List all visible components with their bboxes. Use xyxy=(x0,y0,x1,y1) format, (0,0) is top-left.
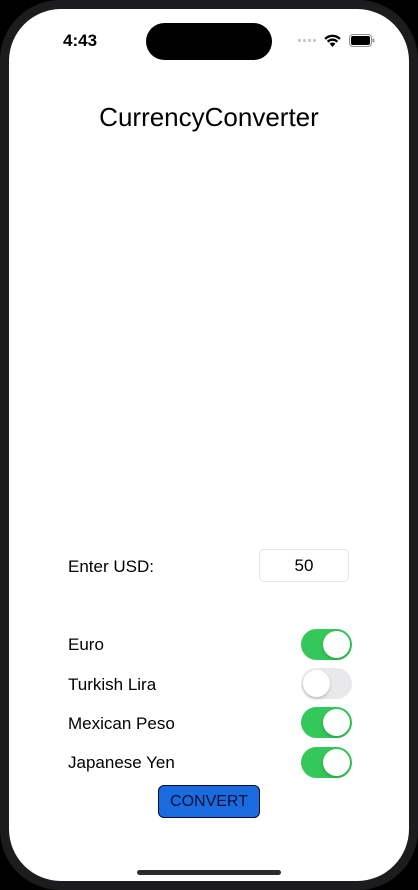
battery-icon xyxy=(349,34,375,47)
convert-button[interactable]: CONVERT xyxy=(158,785,260,818)
usd-label: Enter USD: xyxy=(68,557,154,576)
toggle-knob xyxy=(303,670,330,697)
status-icons xyxy=(298,34,375,47)
mexican-peso-toggle[interactable] xyxy=(301,707,352,738)
japanese-yen-toggle[interactable] xyxy=(301,747,352,778)
dynamic-island xyxy=(146,23,272,60)
home-indicator xyxy=(137,870,281,875)
euro-toggle[interactable] xyxy=(301,629,352,660)
toggle-knob xyxy=(323,709,350,736)
toggle-knob xyxy=(323,749,350,776)
currency-label-turkish-lira: Turkish Lira xyxy=(68,675,157,694)
currency-label-mexican-peso: Mexican Peso xyxy=(68,714,175,733)
status-time: 4:43 xyxy=(63,31,98,50)
wifi-icon xyxy=(324,34,341,47)
usd-amount-input[interactable] xyxy=(259,549,349,582)
app-title: CurrencyConverter xyxy=(99,102,319,132)
cellular-signal-icon xyxy=(298,39,316,42)
turkish-lira-toggle[interactable] xyxy=(301,668,352,699)
phone-screen: 4:43 CurrencyConverter Enter USD: 50 Eur… xyxy=(9,9,409,881)
currency-label-euro: Euro xyxy=(68,635,104,654)
toggle-knob xyxy=(323,631,350,658)
device-frame: 4:43 CurrencyConverter Enter USD: 50 Eur… xyxy=(0,0,418,890)
currency-label-japanese-yen: Japanese Yen xyxy=(68,753,175,772)
